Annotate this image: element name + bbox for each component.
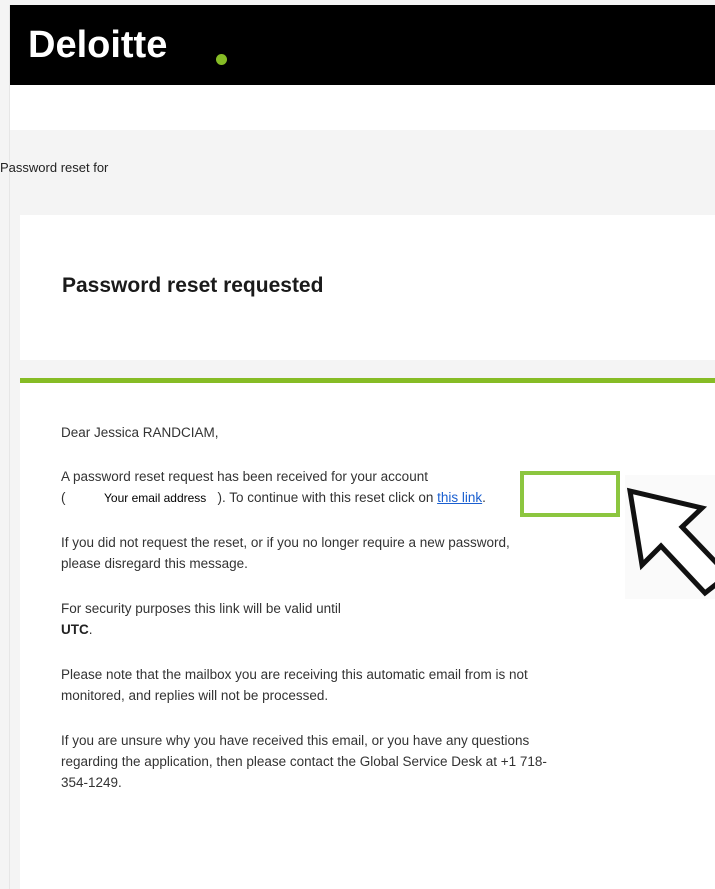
mailbox-line-1: Please note that the mailbox you are rec… [61,667,528,682]
validity-line-1: For security purposes this link will be … [61,601,341,616]
request-line-2-end: . [482,490,486,505]
mailbox-line-2: monitored, and replies will not be proce… [61,688,329,703]
frame-border [9,5,10,889]
link-highlight-box [520,471,620,517]
preheader-text: Password reset for [0,160,109,175]
email-frame: Deloitte Password reset for Password res… [0,0,715,889]
cursor-arrow-icon [626,487,715,597]
paren-open: ( [61,490,66,505]
disregard-line-2: please disregard this message. [61,556,248,571]
contact-line-3: 354-1249. [61,775,122,790]
email-body: Dear Jessica RANDCIAM, A password reset … [20,383,715,889]
reset-link[interactable]: this link [437,490,482,505]
disregard-line-1: If you did not request the reset, or if … [61,535,510,550]
validity-line-2: UTC. [61,619,93,640]
header-spacer [10,85,715,130]
logo-green-dot [216,54,227,65]
email-address-placeholder: Your email address [104,491,207,505]
validity-end: . [88,622,93,637]
request-line-2-text: ). To continue with this reset click on [217,490,434,505]
contact-line-2: regarding the application, then please c… [61,754,547,769]
heading-card: Password reset requested [20,215,715,360]
utc-label: UTC [61,622,89,637]
request-line-1: A password reset request has been receiv… [61,469,428,484]
brand-header: Deloitte [10,5,715,85]
contact-line-1: If you are unsure why you have received … [61,733,530,748]
greeting: Dear Jessica RANDCIAM, [61,425,219,440]
deloitte-logo: Deloitte [28,24,168,66]
email-heading: Password reset requested [62,274,324,297]
